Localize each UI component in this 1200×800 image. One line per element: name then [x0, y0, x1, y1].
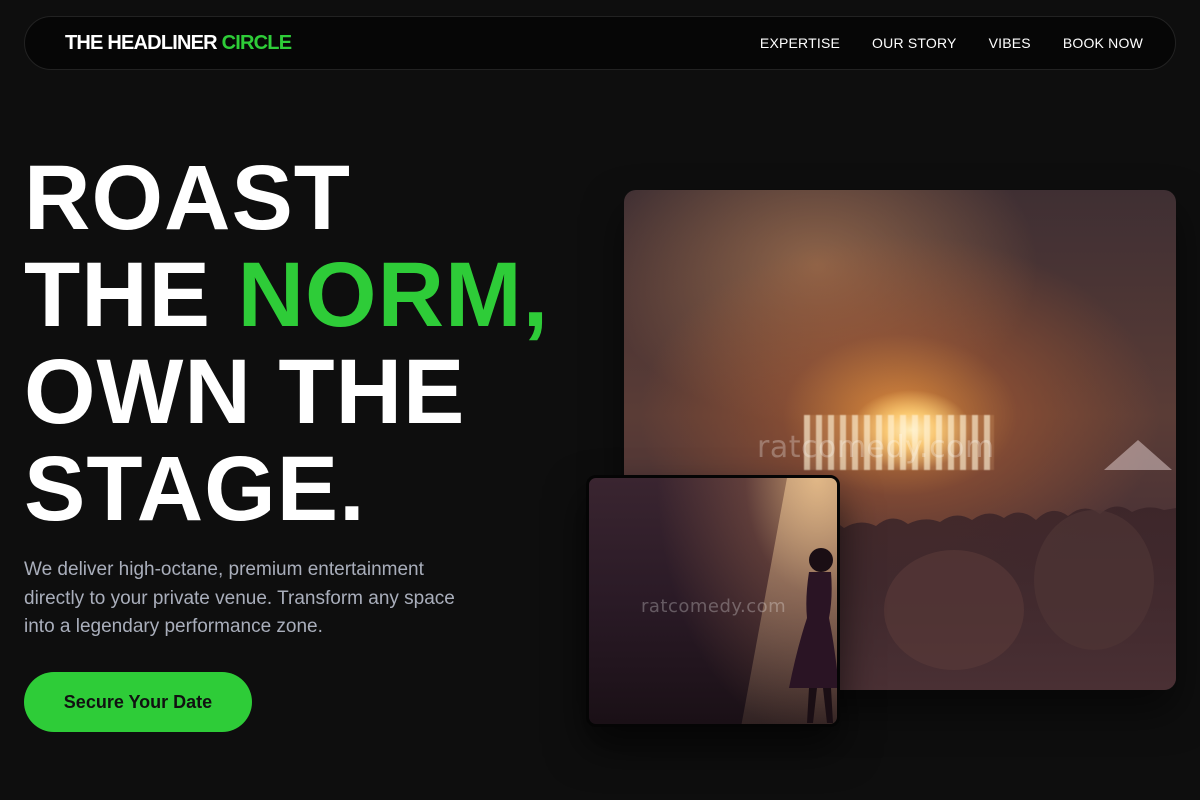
nav-link-our-story[interactable]: OUR STORY: [872, 35, 957, 51]
brand-name: THE HEADLINER: [65, 31, 218, 54]
nav-link-book-now[interactable]: BOOK NOW: [1063, 35, 1143, 51]
hero-subtext: We deliver high-octane, premium entertai…: [24, 559, 455, 637]
nav-links: EXPERTISE OUR STORY VIBES BOOK NOW: [760, 35, 1143, 51]
headline-line-2: THE NORM,: [24, 247, 549, 344]
top-navbar: THE HEADLINER CIRCLE EXPERTISE OUR STORY…: [24, 16, 1176, 70]
nav-link-vibes[interactable]: VIBES: [989, 35, 1031, 51]
hero-headline: ROAST THE NORM, OWN THE STAGE.: [24, 150, 549, 538]
concert-watermark: ratcomedy.com: [757, 430, 995, 465]
brand-logo[interactable]: THE HEADLINER CIRCLE: [65, 31, 292, 55]
headline-line-4: STAGE.: [24, 438, 366, 540]
nav-link-expertise[interactable]: EXPERTISE: [760, 35, 840, 51]
brand-accent: CIRCLE: [221, 31, 292, 54]
headline-line-3: OWN THE: [24, 341, 466, 443]
performer-silhouette: [789, 548, 837, 723]
headline-line-1: ROAST: [24, 147, 351, 249]
headline-accent: NORM,: [237, 244, 550, 346]
performer-on-stage-image: ratcomedy.com: [586, 475, 840, 727]
secure-date-button[interactable]: Secure Your Date: [24, 672, 252, 732]
headline-the: THE: [24, 244, 211, 346]
performer-watermark: ratcomedy.com: [641, 596, 787, 617]
